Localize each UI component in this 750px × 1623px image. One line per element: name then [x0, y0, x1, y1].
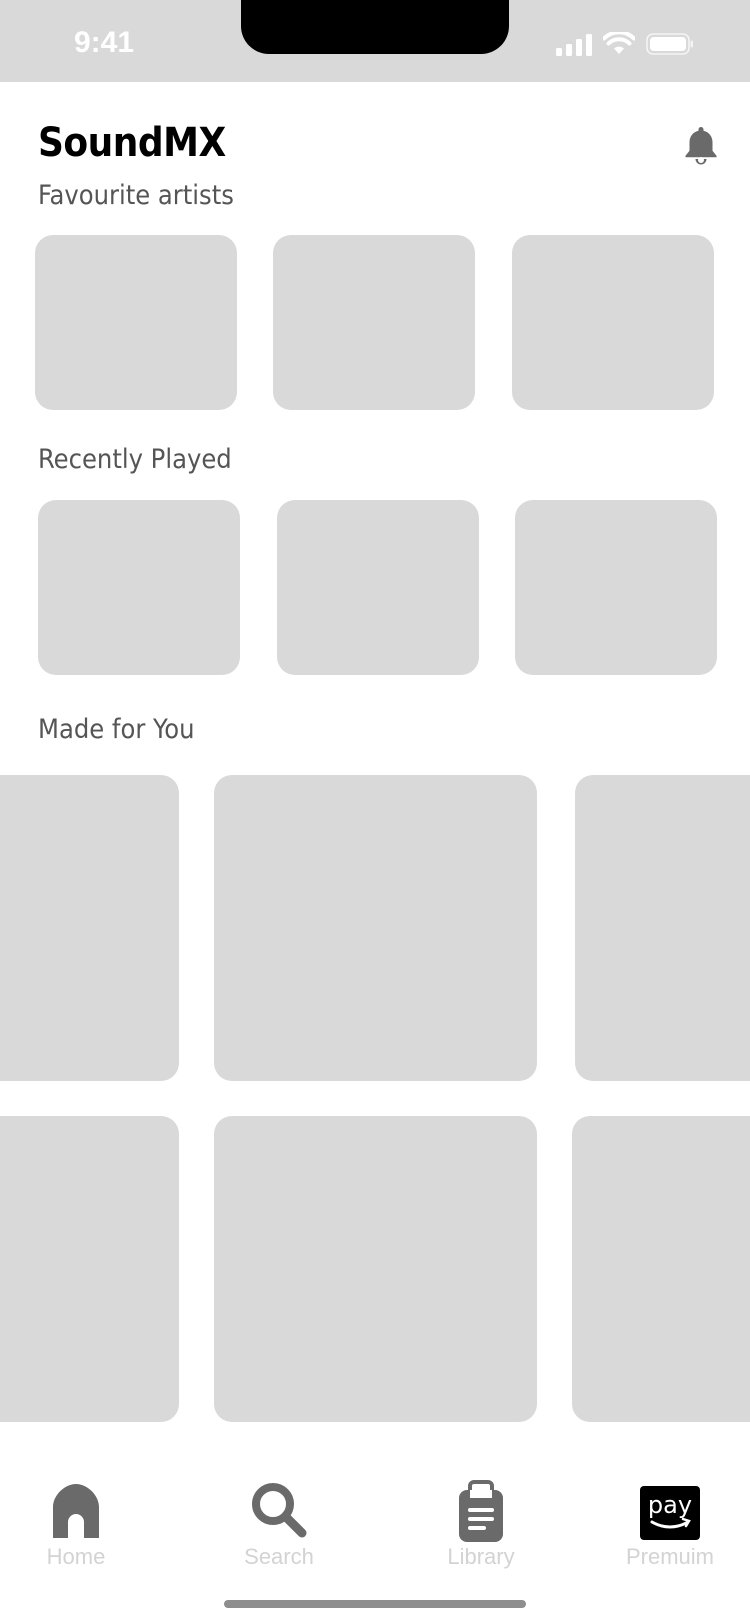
favourite-artist-card[interactable]	[512, 235, 714, 410]
made-for-you-card[interactable]	[214, 775, 537, 1081]
home-indicator	[224, 1600, 526, 1608]
tab-search[interactable]: Search	[199, 1440, 359, 1580]
made-for-you-card[interactable]	[0, 775, 179, 1081]
notch	[241, 0, 509, 54]
made-for-you-card[interactable]	[575, 775, 750, 1081]
tab-search-label: Search	[244, 1544, 314, 1569]
section-title-made-for-you: Made for You	[38, 714, 195, 745]
search-icon	[252, 1483, 307, 1538]
tab-library-label: Library	[447, 1544, 515, 1569]
recently-played-card[interactable]	[277, 500, 479, 675]
tab-premium[interactable]: pay Premuim	[590, 1440, 750, 1580]
recently-played-card[interactable]	[515, 500, 717, 675]
tab-bar: Home Search Library pay Premuim	[0, 1440, 750, 1623]
status-bar: 9:41	[0, 0, 750, 82]
battery-icon	[646, 33, 693, 55]
svg-text:pay: pay	[648, 1491, 692, 1519]
made-for-you-card[interactable]	[214, 1116, 537, 1422]
tab-home[interactable]: Home	[0, 1440, 156, 1580]
cellular-signal-icon	[556, 34, 592, 56]
made-for-you-card[interactable]	[0, 1116, 179, 1422]
favourite-artist-card[interactable]	[273, 235, 475, 410]
amazon-pay-icon: pay	[640, 1486, 700, 1540]
home-icon	[53, 1484, 99, 1538]
section-title-favourite-artists: Favourite artists	[38, 180, 234, 211]
app-title: SoundMX	[38, 120, 226, 166]
status-time: 9:41	[74, 26, 135, 59]
favourite-artist-card[interactable]	[35, 235, 237, 410]
tab-library[interactable]: Library	[401, 1440, 561, 1580]
tab-home-label: Home	[46, 1544, 106, 1569]
tab-premium-label: Premuim	[625, 1544, 714, 1569]
section-title-recently-played: Recently Played	[38, 444, 232, 475]
made-for-you-card[interactable]	[572, 1116, 750, 1422]
recently-played-card[interactable]	[38, 500, 240, 675]
clipboard-icon	[459, 1480, 503, 1542]
wifi-icon	[603, 32, 635, 54]
bell-icon[interactable]	[684, 126, 718, 166]
